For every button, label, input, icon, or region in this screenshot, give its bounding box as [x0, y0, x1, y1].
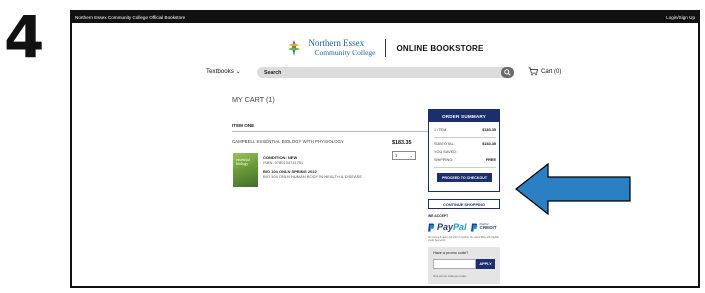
product-price: $183.35 — [392, 140, 412, 146]
quantity-value: 1 — [395, 153, 398, 158]
chevron-down-icon: ⌄ — [235, 68, 241, 75]
cart-title: MY CART (1) — [232, 95, 275, 104]
paypal-credit-note[interactable]: No Interest if paid in full within 6 mon… — [428, 237, 500, 243]
browser-screenshot-frame: Northern Essex Community College Officia… — [70, 10, 700, 288]
textbooks-label: Textbooks — [206, 68, 234, 75]
paypal-logo: PayPal — [428, 222, 467, 232]
cart-label: Cart (0) — [541, 68, 562, 75]
paypal-credit-logo: PayPal CREDIT — [470, 223, 497, 232]
quantity-select[interactable]: 1 ⌄ — [392, 151, 416, 160]
step-number: 4 — [4, 3, 45, 71]
site-header: Northern Essex Community College ONLINE … — [72, 23, 698, 73]
store-title: ONLINE BOOKSTORE — [396, 43, 484, 53]
search-button[interactable] — [501, 67, 514, 78]
item-heading: ITEM ONE — [232, 123, 255, 128]
callout-arrow-icon — [515, 162, 631, 216]
product-details: CONDITION: NEW ISBN: 9780134711751 BIO 1… — [263, 155, 362, 180]
top-bar: Northern Essex Community College Officia… — [72, 12, 698, 23]
paypal-p-icon — [470, 223, 477, 232]
summary-items-row: 1 ITEM $183.35 — [434, 128, 496, 132]
book-cover-image[interactable]: essential biology — [233, 153, 258, 187]
proceed-to-checkout-button[interactable]: PROCEED TO CHECKOUT — [437, 173, 492, 182]
chevron-down-icon: ⌄ — [409, 153, 413, 158]
isbn-text: ISBN: 9780134711751 — [263, 160, 304, 166]
summary-shipping-row: SHIPPING: FREE — [434, 158, 496, 162]
product-name[interactable]: CAMPBELL ESSENTIAL BIOLOGY WITH PHYSIOLO… — [232, 139, 344, 144]
search-input[interactable]: Search — [257, 67, 510, 78]
login-link[interactable]: Login/Sign Up — [666, 15, 695, 20]
paypal-p-icon — [428, 223, 435, 232]
college-logo-text[interactable]: Northern Essex Community College — [308, 38, 376, 57]
summary-divider — [434, 167, 496, 168]
search-row: Textbooks ⌄ Search Cart (0) — [72, 67, 698, 81]
cover-title: essential biology — [236, 157, 250, 167]
promo-code-panel: Have a promo code? APPLY One promo code … — [428, 247, 500, 284]
college-logo-icon — [286, 39, 302, 57]
logo-line-2: Community College — [314, 47, 376, 57]
textbooks-menu[interactable]: Textbooks ⌄ — [206, 68, 241, 75]
promo-label: Have a promo code? — [433, 251, 469, 255]
summary-saved-row: YOU SAVED: — [434, 150, 457, 154]
logo-divider — [385, 39, 387, 57]
summary-divider — [434, 137, 496, 138]
order-summary-panel: ORDER SUMMARY 1 ITEM $183.35 SUBTOTAL: $18… — [428, 109, 500, 192]
cart-link[interactable]: Cart (0) — [528, 67, 561, 76]
promo-code-input[interactable] — [433, 259, 476, 269]
search-icon — [504, 69, 511, 76]
summary-subtotal-row: SUBTOTAL: $183.35 — [434, 142, 496, 146]
we-accept-label: WE ACCEPT — [428, 214, 449, 218]
continue-shopping-button[interactable]: CONTINUE SHOPPING — [428, 199, 500, 209]
cart-icon — [528, 67, 538, 76]
apply-button[interactable]: APPLY — [476, 259, 495, 269]
payment-logos: PayPal PayPal CREDIT — [428, 222, 497, 232]
site-name: Northern Essex Community College Officia… — [75, 15, 186, 20]
course-name: BIO 104 ONLN HUMAN BODY IN HEALTH & DISE… — [263, 174, 362, 180]
promo-note: One promo code per order. — [433, 274, 467, 278]
order-summary-heading: ORDER SUMMARY — [429, 110, 499, 122]
item-divider — [232, 131, 430, 132]
